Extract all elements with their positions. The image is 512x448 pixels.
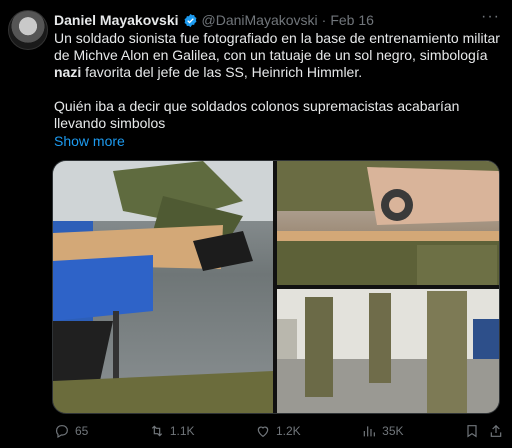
like-icon [257,426,269,438]
photo-soldiers-group[interactable] [277,289,499,413]
separator-dot: · [321,12,327,28]
views-button[interactable]: 35K [361,423,404,439]
photo-classroom-soldier[interactable] [53,161,273,413]
tweet-text: Un soldado sionista fue fotografiado en … [54,30,502,132]
repost-count: 1.1K [169,424,195,438]
tweet-text-part-1: Un soldado sionista fue fotografiado en … [54,30,500,63]
tweet-date[interactable]: Feb 16 [330,12,374,28]
bookmark-icon[interactable] [464,423,480,439]
show-more-link[interactable]: Show more [54,133,125,149]
like-count: 1.2K [275,424,301,438]
bookmark-share-group [464,423,504,439]
reply-icon [56,425,68,439]
tweet-paragraph-1: Un soldado sionista fue fotografiado en … [54,30,502,81]
reply-button[interactable]: 65 [54,423,88,439]
avatar[interactable] [8,10,48,50]
views-icon [363,426,376,437]
views-count: 35K [382,424,404,438]
share-icon[interactable] [488,423,504,439]
tweet-bold-word: nazi [54,64,82,80]
more-options-icon[interactable]: ··· [481,8,500,26]
reply-count: 65 [75,424,89,438]
verified-badge-icon [184,13,196,27]
tweet-paragraph-2: Quién iba a decir que soldados colonos s… [54,98,460,131]
photo-tattoo-arm[interactable] [277,161,499,285]
media-grid[interactable] [52,160,500,414]
tweet-text-part-2: favorita del jefe de las SS, Heinrich Hi… [81,64,363,80]
like-button[interactable]: 1.2K [255,423,301,439]
repost-button[interactable]: 1.1K [149,423,195,439]
author-handle[interactable]: @DaniMayakovski [202,12,318,28]
tweet-header: Daniel Mayakovski @DaniMayakovski · Feb … [54,10,504,30]
author-name[interactable]: Daniel Mayakovski [54,12,179,28]
action-bar: 65 1.1K 1.2K 35K [54,421,504,441]
repost-icon [151,425,162,437]
